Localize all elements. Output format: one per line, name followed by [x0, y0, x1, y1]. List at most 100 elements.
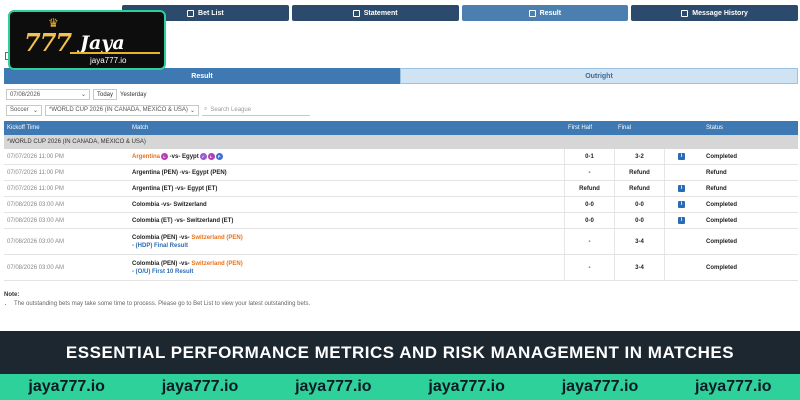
calculator-icon	[528, 9, 536, 17]
logo-number: 777	[24, 28, 72, 57]
kickoff-time: 07/08/2026 03:00 AM	[7, 201, 65, 208]
nav-message-history[interactable]: Message History	[631, 5, 798, 21]
nav-result[interactable]: Result	[461, 5, 629, 21]
stats-badge-icon: ✓	[199, 152, 207, 160]
document-icon	[352, 9, 360, 17]
result-tabs: Result Outright	[4, 68, 798, 84]
final-score: Refund	[614, 165, 664, 180]
match-name: Colombia (ET) -vs- Switzerland (ET)	[132, 217, 234, 224]
first-half-score: -	[564, 165, 614, 180]
info-cell: i	[664, 149, 698, 164]
vs-text: -vs-	[177, 234, 192, 241]
match-name: Argentina (PEN) -vs- Egypt (PEN)	[132, 169, 227, 176]
logo-name: Jaya	[80, 32, 125, 54]
match-name: Argentina (ET) -vs- Egypt (ET)	[132, 185, 218, 192]
first-half-score: Refund	[564, 181, 614, 196]
search-league[interactable]: ⌕ Search League	[202, 104, 310, 116]
bet-type-label: - (HDP) Final Result	[132, 242, 189, 249]
nav-label: Message History	[692, 9, 748, 17]
kickoff-time: 07/07/2026 11:00 PM	[7, 153, 64, 160]
nav-label: Bet List	[198, 9, 224, 17]
header-info	[664, 121, 698, 135]
league-value: *WORLD CUP 2026 (IN CANADA, MEXICO & USA…	[49, 107, 188, 113]
status: Completed	[706, 238, 738, 245]
results-table: Kickoff Time Match First Half Final Stat…	[4, 121, 798, 281]
promo-banner: ESSENTIAL PERFORMANCE METRICS AND RISK M…	[0, 331, 800, 374]
final-score: Refund	[614, 181, 664, 196]
final-score: 3-4	[614, 229, 664, 254]
first-half-score: 0-0	[564, 213, 614, 228]
chevron-down-icon: ⌄	[32, 107, 38, 114]
search-placeholder: Search League	[210, 106, 252, 113]
bet-type-label: - (O/U) First 10 Result	[132, 268, 194, 275]
league-select[interactable]: *WORLD CUP 2026 (IN CANADA, MEXICO & USA…	[45, 104, 199, 116]
info-cell: i	[664, 181, 698, 196]
kickoff-time: 07/07/2026 11:00 PM	[7, 185, 64, 192]
match-name: Argentina L -vs- Egypt ✓ L P	[132, 152, 564, 161]
list-icon	[187, 9, 195, 17]
tab-outright[interactable]: Outright	[400, 68, 798, 84]
info-icon[interactable]: i	[678, 201, 685, 208]
header-first-half: First Half	[568, 125, 592, 131]
strip-domain: jaya777.io	[161, 378, 239, 395]
nav-label: Result	[539, 9, 562, 17]
top-nav: Bet List Statement Result Message Histor…	[122, 5, 798, 21]
table-row: 07/07/2026 11:00 PM Argentina (PEN) -vs-…	[4, 165, 798, 181]
strip-domain: jaya777.io	[561, 378, 639, 395]
header-status: Status	[706, 125, 724, 131]
note-title: Note:	[4, 292, 20, 298]
status: Refund	[706, 169, 727, 176]
info-cell	[664, 255, 698, 280]
strip-domain: jaya777.io	[428, 378, 505, 395]
team-a: Argentina	[132, 154, 161, 161]
live-badge-icon: L	[207, 152, 215, 160]
yesterday-button[interactable]: Yesterday	[120, 92, 146, 98]
today-button[interactable]: Today	[93, 89, 118, 100]
status: Completed	[706, 153, 738, 160]
brand-logo: ♛ 777 Jaya jaya777.io	[8, 10, 166, 70]
info-cell	[664, 229, 698, 254]
search-icon: ⌕	[204, 106, 208, 112]
tab-result[interactable]: Result	[4, 68, 400, 84]
team-b: Switzerland (PEN)	[191, 234, 243, 241]
strip-domain: jaya777.io	[695, 378, 772, 395]
info-icon[interactable]: i	[678, 217, 685, 224]
date-value: 07/08/2026	[10, 91, 41, 98]
chevron-down-icon: ⌄	[80, 92, 86, 98]
final-score: 0-0	[614, 213, 664, 228]
strip-domain: jaya777.io	[295, 378, 372, 395]
info-icon[interactable]: i	[678, 185, 685, 192]
banner-text: ESSENTIAL PERFORMANCE METRICS AND RISK M…	[65, 342, 735, 362]
vs-text: -vs-	[168, 154, 183, 161]
final-score: 3-4	[614, 255, 664, 280]
status: Completed	[706, 201, 738, 208]
header-match: Match	[132, 125, 149, 131]
table-row: 07/07/2026 11:00 PM Argentina (ET) -vs- …	[4, 181, 798, 197]
table-row: 07/08/2026 03:00 AM Colombia (PEN) -vs- …	[4, 255, 798, 281]
envelope-icon	[681, 9, 689, 17]
info-cell: i	[664, 197, 698, 212]
sport-select[interactable]: Soccer ⌄	[6, 104, 42, 116]
logo-swoosh	[70, 52, 160, 54]
team-a: Colombia (PEN)	[132, 260, 178, 267]
match-name: Colombia -vs- Switzerland	[132, 201, 207, 208]
league-group-row: *WORLD CUP 2026 (IN CANADA, MEXICO & USA…	[4, 135, 798, 149]
header-kickoff: Kickoff Time	[7, 125, 40, 131]
team-a: Colombia (PEN)	[132, 234, 178, 241]
kickoff-time: 07/07/2026 11:00 PM	[7, 169, 64, 176]
info-icon[interactable]: i	[678, 153, 685, 160]
first-half-score: 0-1	[564, 149, 614, 164]
table-row: 07/07/2026 11:00 PM Argentina L -vs- Egyp…	[4, 149, 798, 165]
table-header: Kickoff Time Match First Half Final Stat…	[4, 121, 798, 135]
vs-text: -vs-	[177, 260, 192, 267]
team-b: Switzerland (PEN)	[191, 260, 243, 267]
chevron-down-icon: ⌄	[189, 107, 195, 114]
date-picker[interactable]: 07/08/2026 ⌄	[6, 89, 90, 100]
match-name: Colombia (PEN) -vs- Switzerland (PEN) - …	[132, 261, 564, 275]
status: Refund	[706, 185, 727, 192]
table-row: 07/08/2026 03:00 AM Colombia -vs- Switze…	[4, 197, 798, 213]
team-b: Egypt	[182, 154, 199, 161]
domain-strip: jaya777.io jaya777.io jaya777.io jaya777…	[0, 374, 800, 400]
strip-domain: jaya777.io	[28, 378, 105, 395]
nav-statement[interactable]: Statement	[291, 5, 459, 21]
